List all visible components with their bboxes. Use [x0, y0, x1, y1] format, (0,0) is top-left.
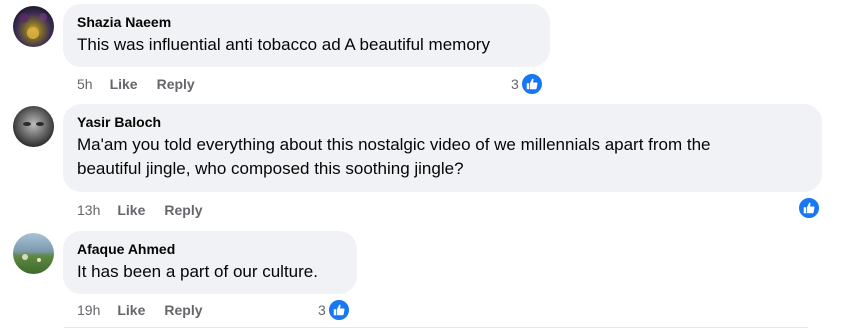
like-button[interactable]: Like	[117, 201, 145, 219]
reaction-count[interactable]: 3	[318, 298, 351, 322]
reaction-count-number: 3	[511, 76, 519, 92]
reaction-count[interactable]	[796, 196, 821, 220]
reply-button[interactable]: Reply	[164, 301, 202, 319]
avatar[interactable]	[13, 6, 54, 47]
comment-author[interactable]: Yasir Baloch	[77, 113, 808, 131]
thumbs-up-icon	[326, 298, 351, 322]
comment-text-line: Ma'am you told everything about this nos…	[77, 135, 711, 154]
comment-text-line: beautiful jingle, who composed this soot…	[77, 159, 464, 178]
reaction-count[interactable]: 3	[511, 72, 544, 96]
avatar[interactable]	[13, 233, 54, 274]
reaction-count-number: 3	[318, 302, 326, 318]
comment-author[interactable]: Shazia Naeem	[77, 13, 536, 31]
reply-button[interactable]: Reply	[164, 201, 202, 219]
avatar-image	[13, 106, 54, 147]
comment-timestamp[interactable]: 13h	[77, 201, 100, 219]
comment-actions: 13h Like Reply	[77, 201, 203, 219]
divider	[64, 327, 808, 328]
comment-actions: 5h Like Reply	[77, 75, 195, 93]
avatar-image	[13, 233, 54, 274]
like-button[interactable]: Like	[110, 75, 138, 93]
comment-timestamp[interactable]: 5h	[77, 75, 93, 93]
like-button[interactable]: Like	[117, 301, 145, 319]
avatar-image	[13, 6, 54, 47]
avatar[interactable]	[13, 106, 54, 147]
thumbs-up-icon	[519, 72, 544, 96]
comment-bubble: Afaque Ahmed It has been a part of our c…	[63, 231, 357, 294]
comment-bubble: Shazia Naeem This was influential anti t…	[63, 4, 550, 67]
comment-timestamp[interactable]: 19h	[77, 301, 100, 319]
comment-text: It has been a part of our culture.	[77, 262, 318, 281]
thumbs-up-icon	[797, 196, 821, 220]
comment-actions: 19h Like Reply	[77, 301, 203, 319]
comment-text: This was influential anti tobacco ad A b…	[77, 35, 490, 54]
comment-bubble: Yasir Baloch Ma'am you told everything a…	[63, 104, 822, 192]
comment-author[interactable]: Afaque Ahmed	[77, 240, 343, 258]
reply-button[interactable]: Reply	[157, 75, 195, 93]
comment-text: Ma'am you told everything about this nos…	[77, 133, 808, 181]
